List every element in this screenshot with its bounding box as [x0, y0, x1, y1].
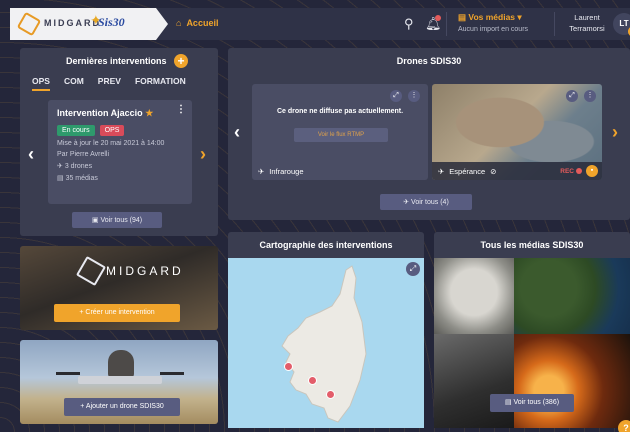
expand-icon[interactable]: ⤢: [406, 262, 420, 276]
intervention-tabs: OPS COM PREV FORMATION: [32, 76, 186, 91]
drone-tile-infrared[interactable]: Ce drone ne diffuse pas actuellement. Vo…: [252, 84, 428, 180]
drone-arm: [160, 372, 184, 375]
map-panel: Cartographie des interventions ⤢: [228, 232, 424, 428]
type-badge: OPS: [99, 125, 125, 136]
add-drone-button[interactable]: + Ajouter un drone SDIS30: [64, 398, 180, 416]
drone-label-infrared: Infrarouge: [269, 166, 304, 176]
intervention-medias: 35 médias: [65, 175, 98, 182]
media-thumbnail[interactable]: [434, 258, 514, 334]
search-icon[interactable]: ⚲: [404, 16, 414, 32]
help-icon[interactable]: ?: [618, 420, 630, 432]
drones-panel: Drones SDIS30 ‹ › Ce drone ne diffuse pa…: [228, 48, 630, 220]
rtmp-stream-button[interactable]: Voir le flux RTMP: [294, 128, 388, 142]
midgard-logo-text: MIDGARD: [106, 264, 184, 278]
chevron-right-icon[interactable]: ›: [612, 122, 618, 143]
drone-tile-esperance[interactable]: ⤢ ⋮ ✈ Espérance ⊘ REC ▪: [432, 84, 602, 180]
media-icon: ▤: [57, 175, 64, 182]
add-drone-label: Ajouter un drone SDIS30: [85, 403, 164, 410]
home-icon: ⌂: [176, 18, 182, 28]
map-pin[interactable]: [326, 390, 335, 399]
rec-dot: [576, 168, 582, 174]
vos-medias-status: Aucun import en cours: [458, 26, 529, 33]
intervention-title: Intervention Ajaccio: [57, 108, 143, 118]
media-thumbnail[interactable]: [514, 258, 630, 334]
create-intervention-button[interactable]: + Créer une intervention: [54, 304, 180, 322]
media-panel: Tous les médias SDIS30 ▤ Voir tous (386): [434, 232, 630, 428]
drone-icon: ✈: [57, 163, 63, 170]
expand-icon[interactable]: ⤢: [566, 90, 578, 102]
pilot-figure: [108, 350, 134, 378]
intervention-card[interactable]: Intervention Ajaccio ★ En cours OPS Mise…: [48, 100, 192, 204]
home-link[interactable]: ⌂ Accueil: [176, 18, 218, 28]
drone-tile-footer: ✈ Infrarouge: [252, 162, 428, 180]
drone-arm: [56, 372, 80, 375]
status-badge: En cours: [57, 125, 95, 136]
drone-image: [78, 376, 162, 384]
interventions-title: Dernières interventions: [66, 56, 167, 66]
add-drone-panel: + Ajouter un drone SDIS30: [20, 340, 218, 424]
chevron-left-icon[interactable]: ‹: [234, 122, 240, 143]
chevron-right-icon[interactable]: ›: [200, 144, 206, 165]
tab-com[interactable]: COM: [64, 76, 84, 91]
media-thumbnail[interactable]: [434, 334, 514, 428]
user-first-name: Laurent: [574, 13, 600, 22]
camera-icon[interactable]: ▪: [586, 165, 598, 177]
tab-ops[interactable]: OPS: [32, 76, 50, 91]
see-all-media-button[interactable]: ▤ Voir tous (386): [490, 394, 574, 412]
see-all-interventions-button[interactable]: ▣ Voir tous (94): [72, 212, 162, 228]
truck-icon: ▣: [91, 217, 99, 224]
chevron-down-icon: ▾: [517, 12, 522, 22]
intervention-author: Par Pierre Avrelli: [57, 151, 110, 158]
media-folder-icon: ▤: [458, 12, 467, 22]
drone-icon: ✈: [438, 166, 445, 176]
home-label: Accueil: [186, 18, 219, 28]
divider: [554, 12, 555, 36]
drone-icon: ✈: [258, 166, 265, 176]
see-all-interventions-label: Voir tous (94): [100, 217, 143, 224]
divider: [446, 12, 447, 36]
tab-formation[interactable]: FORMATION: [135, 76, 186, 91]
media-icon: ▤: [504, 399, 512, 406]
more-options-icon[interactable]: ⋮: [176, 104, 186, 115]
eye-off-icon[interactable]: ⊘: [490, 167, 496, 176]
map-pin[interactable]: [308, 376, 317, 385]
user-last-name: Terramorsi: [569, 24, 605, 33]
vos-medias-label: Vos médias: [468, 12, 516, 22]
corsica-island: [281, 265, 367, 423]
no-stream-message: Ce drone ne diffuse pas actuellement.: [276, 108, 404, 115]
top-bar: MIDGARD ✦ Sis30 ⌂ Accueil ⚲ 🔔︎ ▤ Vos méd…: [10, 8, 630, 40]
notification-dot: [435, 15, 441, 21]
interventions-panel: Dernières interventions + OPS COM PREV F…: [20, 48, 218, 236]
drones-title: Drones SDIS30: [396, 56, 462, 66]
see-all-drones-button[interactable]: ✈ Voir tous (4): [380, 194, 472, 210]
brand-logo[interactable]: MIDGARD ✦ Sis30: [10, 8, 168, 40]
sis-logo-text: Sis30: [98, 15, 125, 29]
midgard-hex-icon: [75, 255, 107, 287]
drone-label-esperance: Espérance: [449, 166, 486, 176]
user-name[interactable]: Laurent Terramorsi: [564, 12, 610, 34]
see-all-media-label: Voir tous (386): [513, 399, 560, 406]
midgard-hex-icon: [16, 11, 42, 37]
media-thumbnail[interactable]: [514, 334, 630, 428]
tab-prev[interactable]: PREV: [98, 76, 121, 91]
favorite-star-icon[interactable]: ★: [145, 108, 153, 118]
intervention-drones: 3 drones: [64, 163, 93, 170]
media-title: Tous les médias SDIS30: [480, 240, 584, 250]
intervention-updated: Mise à jour le 20 mai 2021 à 14:00: [57, 140, 165, 147]
expand-icon[interactable]: ⤢: [390, 90, 402, 102]
map-pin[interactable]: [284, 362, 293, 371]
vos-medias-menu[interactable]: ▤ Vos médias ▾ Aucun import en cours: [458, 12, 548, 33]
create-intervention-panel: MIDGARD + Créer une intervention: [20, 246, 218, 330]
more-options-icon[interactable]: ⋮: [408, 90, 420, 102]
corsica-map[interactable]: [228, 258, 424, 428]
chevron-left-icon[interactable]: ‹: [28, 144, 34, 165]
drone-icon: ✈: [403, 199, 410, 206]
more-options-icon[interactable]: ⋮: [584, 90, 596, 102]
see-all-drones-label: Voir tous (4): [411, 199, 449, 206]
rec-label: REC: [560, 168, 574, 175]
create-intervention-label: Créer une intervention: [85, 309, 155, 316]
map-title: Cartographie des interventions: [259, 240, 393, 250]
add-intervention-button[interactable]: +: [174, 54, 188, 68]
